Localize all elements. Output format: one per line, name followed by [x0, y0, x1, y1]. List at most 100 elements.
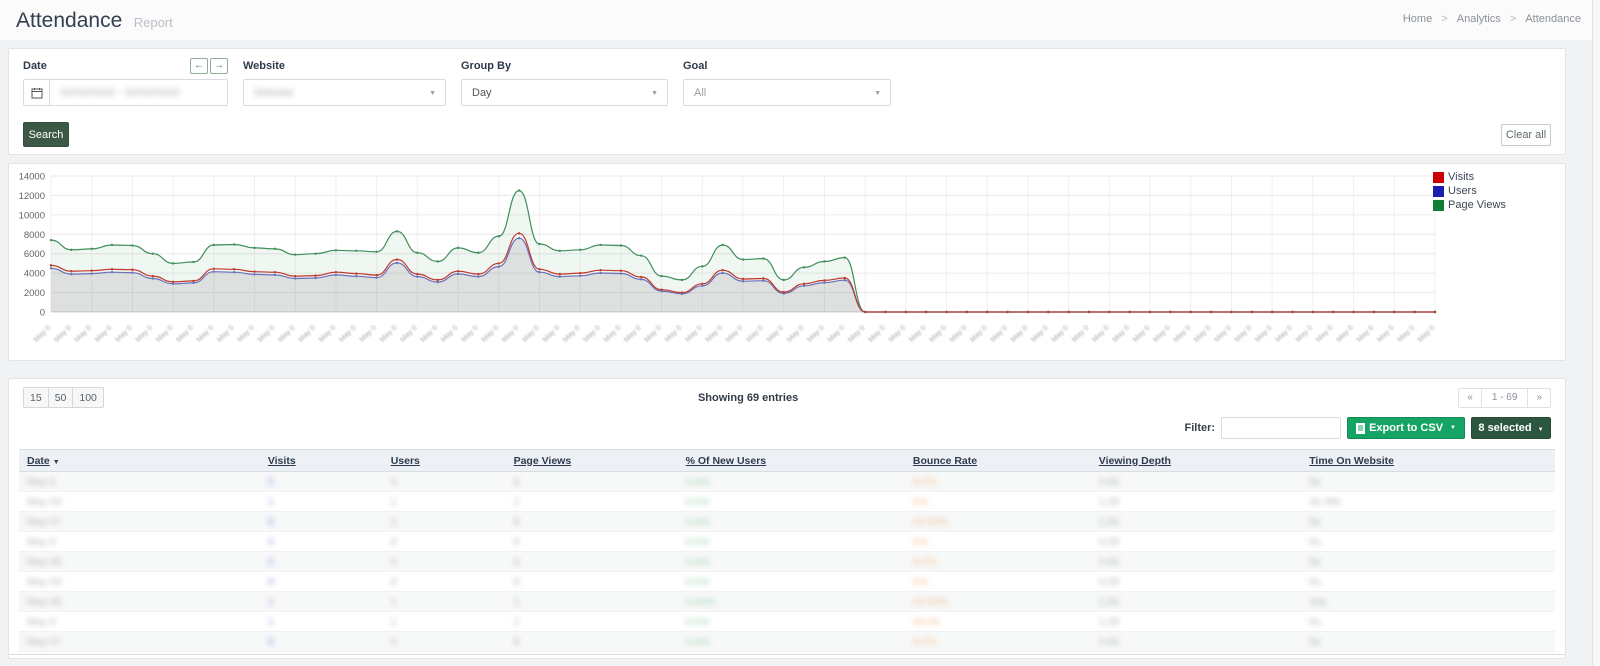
filter-label: Filter: [1185, 422, 1216, 434]
table-cell: 1 [391, 592, 514, 612]
table-cell: 4 [391, 472, 514, 492]
chevron-down-icon: ▼ [1450, 425, 1456, 431]
columns-selected-button[interactable]: 8 selected ▼ [1471, 417, 1551, 439]
table-cell: May 0 [19, 532, 268, 552]
table-cell: 1 [514, 592, 686, 612]
svg-text:May 0: May 0 [1232, 323, 1253, 344]
column-header-time-on-website[interactable]: Time On Website [1309, 455, 1394, 467]
goal-filter: Goal All ▼ [683, 57, 891, 106]
svg-text:May 0: May 0 [235, 323, 256, 344]
table-cell[interactable]: 1 [268, 592, 391, 612]
showing-entries-text: Showing 69 entries [698, 392, 798, 404]
table-cell: 8 [514, 632, 686, 652]
table-bottom-divider [9, 654, 1565, 659]
breadcrumb-analytics[interactable]: Analytics [1457, 13, 1501, 25]
column-header-users[interactable]: Users [391, 455, 420, 467]
page-title: Attendance [16, 9, 122, 33]
table-cell[interactable]: 5 [268, 472, 391, 492]
svg-text:May 0: May 0 [744, 323, 765, 344]
page-size-50-button[interactable]: 50 [49, 387, 74, 408]
legend-swatch-icon [1433, 172, 1444, 183]
legend-item[interactable]: Users [1433, 184, 1506, 198]
table-cell: 8 [514, 572, 686, 592]
column-header-visits[interactable]: Visits [268, 455, 296, 467]
date-range-input[interactable]: 00/00/0000 - 00/00/0000 [23, 79, 228, 106]
table-cell: May 00 [19, 592, 268, 612]
export-csv-button[interactable]: Export to CSV ▼ [1347, 417, 1465, 439]
column-header-bounce-rate[interactable]: Bounce Rate [913, 455, 977, 467]
page-size-15-button[interactable]: 15 [23, 387, 49, 408]
svg-text:May 0: May 0 [1151, 323, 1172, 344]
table-cell: May 07 [19, 632, 268, 652]
pagination-next-button[interactable]: » [1528, 388, 1551, 408]
website-select[interactable]: Website ▼ [243, 79, 446, 106]
page-size-100-button[interactable]: 100 [73, 387, 104, 408]
svg-text:May 0: May 0 [703, 323, 724, 344]
legend-label: Page Views [1448, 199, 1506, 211]
svg-text:May 0: May 0 [337, 323, 358, 344]
table-cell[interactable]: 0 [268, 552, 391, 572]
table-cell: 0.0% [913, 472, 1099, 492]
table-cell: 0.0% [913, 632, 1099, 652]
svg-text:2000: 2000 [24, 288, 45, 299]
legend-swatch-icon [1433, 200, 1444, 211]
table-cell: 1 [391, 612, 514, 632]
svg-text:May 0: May 0 [907, 323, 928, 344]
group-by-value: Day [462, 87, 492, 99]
legend-item[interactable]: Page Views [1433, 198, 1506, 212]
table-body: May 05460.0%0.0%0.000sMay 001110.0%0%1.0… [19, 472, 1555, 652]
file-csv-icon [1356, 423, 1365, 434]
table-cell: 1 [391, 492, 514, 512]
table-cell[interactable]: 0 [268, 532, 391, 552]
table-row: May 078280.0%00.00%1.000s [19, 512, 1555, 532]
table-cell: 0.0% [686, 552, 913, 572]
calendar-icon[interactable] [24, 80, 50, 105]
column-header-page-views[interactable]: Page Views [514, 455, 572, 467]
table-cell: 0.00 [1099, 632, 1309, 652]
table-cell[interactable]: 1 [268, 612, 391, 632]
table-cell: 0.00 [1099, 552, 1309, 572]
column-header-viewing-depth[interactable]: Viewing Depth [1099, 455, 1171, 467]
column-header-date[interactable]: Date [27, 455, 50, 467]
chart-legend: VisitsUsers Page Views [1433, 170, 1506, 212]
svg-text:May 0: May 0 [825, 323, 846, 344]
page-subtitle: Report [134, 15, 173, 30]
table-cell: 0.0% [686, 512, 913, 532]
table-cell[interactable]: 8 [268, 572, 391, 592]
table-cell[interactable]: 1 [268, 492, 391, 512]
table-cell: 0.00 [1099, 572, 1309, 592]
table-cell[interactable]: 8 [268, 632, 391, 652]
table-cell[interactable]: 8 [268, 512, 391, 532]
date-prev-button[interactable]: ← [190, 58, 208, 74]
website-filter: Website Website ▼ [243, 57, 446, 106]
breadcrumb-home[interactable]: Home [1403, 13, 1432, 25]
svg-text:4000: 4000 [24, 269, 45, 280]
svg-text:May 0: May 0 [886, 323, 907, 344]
group-by-select[interactable]: Day ▼ [461, 79, 668, 106]
scrollbar[interactable] [1592, 0, 1600, 666]
legend-item[interactable]: Visits [1433, 170, 1506, 184]
goal-select[interactable]: All ▼ [683, 79, 891, 106]
export-csv-label: Export to CSV [1369, 422, 1443, 434]
svg-text:May 0: May 0 [846, 323, 867, 344]
table-cell: 0s [1309, 512, 1555, 532]
column-header-new-users[interactable]: % Of New Users [686, 455, 767, 467]
legend-label: Users [1448, 185, 1477, 197]
attendance-chart: 02000400060008000100001200014000May 0May… [9, 164, 1454, 360]
svg-text:May 0: May 0 [805, 323, 826, 344]
table-cell: May 00 [19, 572, 268, 592]
chevron-down-icon: ▼ [429, 90, 436, 97]
table-filter-input[interactable] [1221, 417, 1341, 439]
date-next-button[interactable]: → [210, 58, 228, 74]
pagination-prev-button[interactable]: « [1458, 388, 1482, 408]
svg-text:May 0: May 0 [1049, 323, 1070, 344]
table-cell: 0s [1309, 532, 1555, 552]
clear-all-button[interactable]: Clear all [1501, 124, 1551, 146]
svg-text:May 0: May 0 [1273, 323, 1294, 344]
filter-panel: Date ← → 00/00/0000 - 00/00/0000 Website… [8, 48, 1566, 155]
table-cell: 00.00% [913, 592, 1099, 612]
search-button[interactable]: Search [23, 122, 69, 147]
svg-text:May 0: May 0 [601, 323, 622, 344]
table-cell: 0.0% [913, 552, 1099, 572]
table-cell: 2 [391, 512, 514, 532]
